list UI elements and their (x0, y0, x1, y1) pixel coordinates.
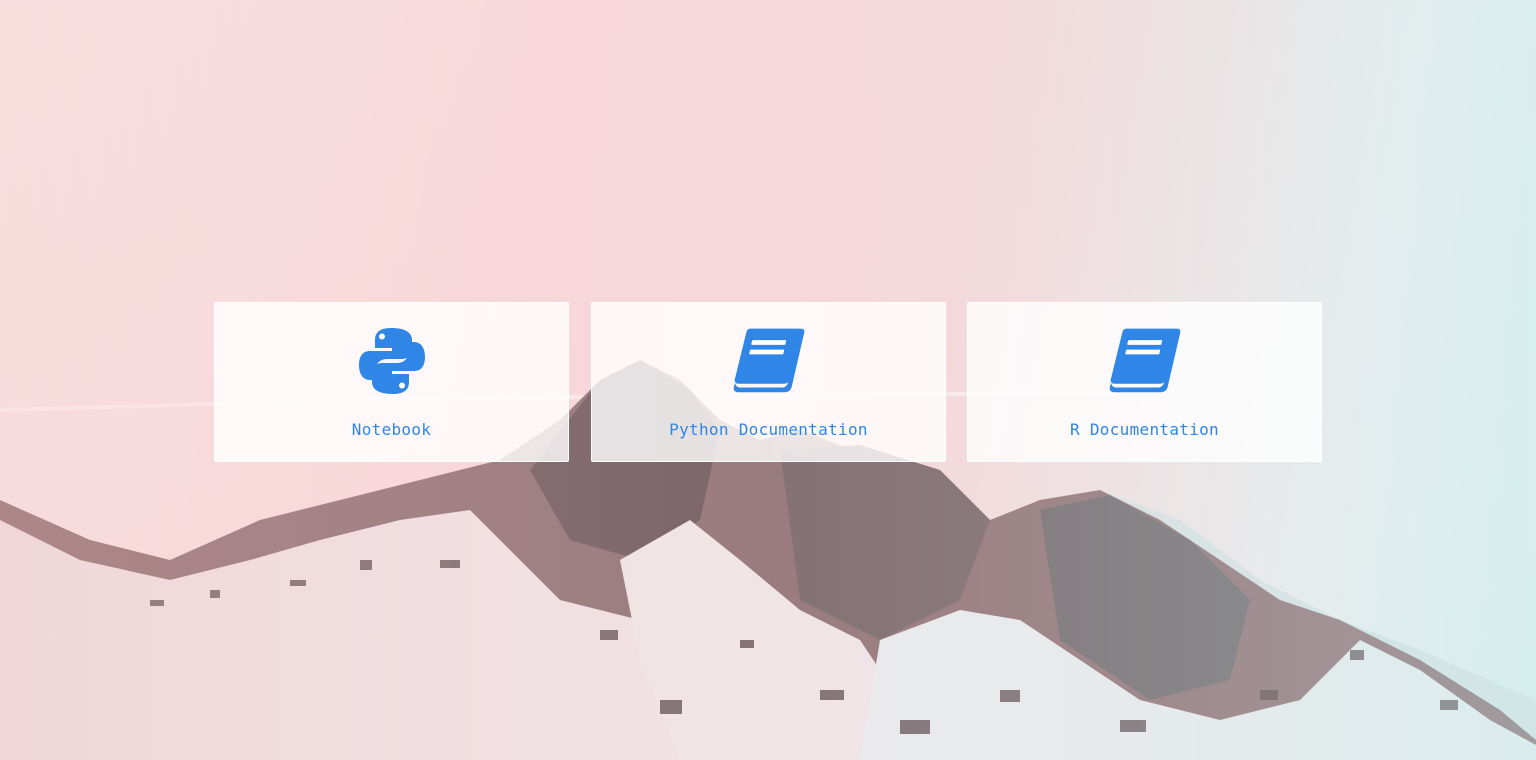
python-icon (356, 325, 428, 397)
card-label-notebook: Notebook (351, 420, 432, 439)
notebook-card[interactable]: Notebook (214, 302, 569, 462)
python-documentation-card[interactable]: Python Documentation (591, 302, 946, 462)
r-documentation-card[interactable]: R Documentation (967, 302, 1322, 462)
card-label-python-documentation: Python Documentation (669, 420, 868, 439)
book-icon (1109, 325, 1181, 397)
card-label-r-documentation: R Documentation (1070, 420, 1219, 439)
book-icon (733, 325, 805, 397)
